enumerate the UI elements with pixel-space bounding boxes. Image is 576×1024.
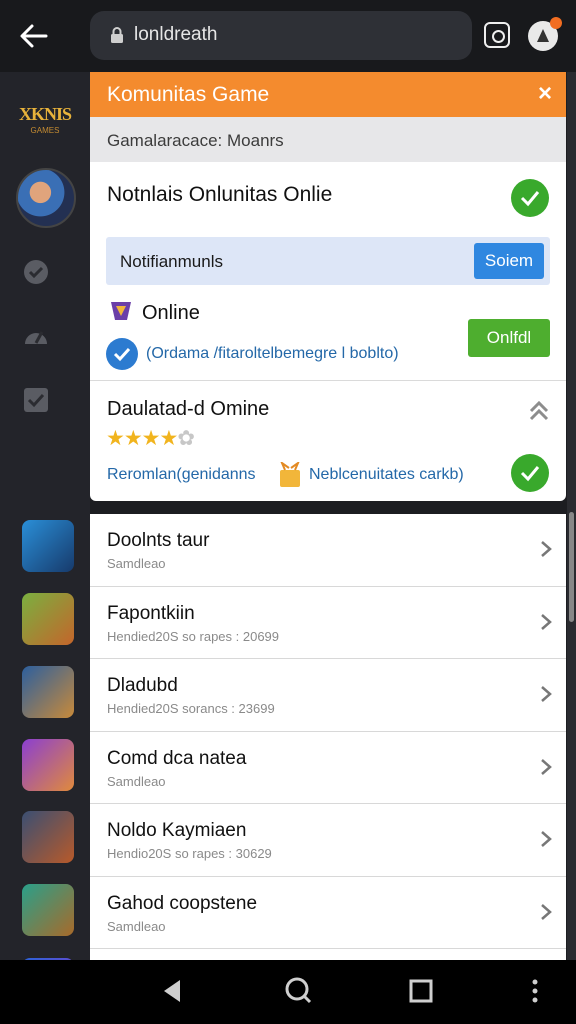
list-item[interactable]: Dladubd Hendied20S sorancs : 23699: [90, 659, 566, 732]
list-item-title: Comd dca natea: [107, 747, 247, 769]
notification-dot: [550, 17, 562, 29]
list-item[interactable]: Doolnts taur Samdleao: [90, 514, 566, 587]
user-avatar[interactable]: [16, 168, 76, 228]
verified-icon: [106, 338, 138, 370]
nav-recents-icon[interactable]: [406, 976, 436, 1006]
chevron-up-icon[interactable]: [526, 397, 552, 423]
close-icon[interactable]: ×: [538, 80, 552, 108]
panel-header: Komunitas Game ×: [90, 72, 566, 117]
community-panel: Komunitas Game × Gamalaracace: Moanrs No…: [90, 72, 566, 501]
lock-icon: [111, 27, 123, 43]
chevron-right-icon: [541, 541, 552, 557]
panel-subheader: Gamalaracace: Moanrs: [90, 117, 566, 162]
back-arrow-icon[interactable]: [16, 18, 52, 54]
game-list: Doolnts taur Samdleao Fapontkiin Hendied…: [90, 514, 566, 960]
list-item-meta: Samdleao: [107, 918, 166, 934]
list-item-title: Gahod coopstene: [107, 892, 258, 914]
browser-top-bar: lonldreath: [0, 0, 576, 72]
chevron-right-icon: [541, 613, 552, 630]
list-item-title: Doolnts taur: [107, 530, 210, 551]
list-item-title: Noldo Kaymiaen: [107, 820, 247, 841]
game-thumbnail-5[interactable]: [22, 811, 74, 863]
list-item-meta: Samdleao: [107, 556, 166, 571]
game-thumbnail-2[interactable]: [22, 593, 74, 645]
system-nav-bar: [0, 960, 576, 1024]
scrollbar[interactable]: [567, 72, 576, 960]
subheader-text: Gamalaracace: Moanrs: [107, 131, 284, 150]
footer-text-left: Reromlan(genidanns: [107, 466, 256, 483]
chevron-right-icon: [541, 686, 552, 702]
panel-divider: [90, 380, 566, 381]
scrollbar-thumb[interactable]: [569, 512, 574, 622]
check-icon[interactable]: [511, 454, 549, 492]
logo-text: XKNIS: [18, 104, 72, 124]
chevron-right-icon: [541, 903, 552, 920]
chevron-right-icon: [541, 758, 552, 775]
list-item-meta: Hendied20S so rapes : 20699: [107, 628, 280, 644]
game-thumbnail-1[interactable]: [22, 520, 74, 572]
game-thumbnail-6[interactable]: [22, 884, 74, 936]
list-item[interactable]: Gahod coopstene Samdleao: [90, 877, 566, 949]
online-label: Online: [142, 302, 200, 324]
camera-icon[interactable]: [484, 22, 510, 48]
list-item-meta: Samdleao: [107, 773, 166, 789]
logo-subtext: GAMES: [30, 126, 60, 135]
game-logo[interactable]: XKNIS GAMES: [12, 86, 78, 144]
nav-back-icon[interactable]: [158, 976, 188, 1006]
community-link[interactable]: (Ordama /fitaroltelbemegre l boblto): [146, 345, 399, 363]
notification-button[interactable]: Soiem: [474, 243, 544, 279]
online-button[interactable]: Onlfdl: [468, 319, 550, 357]
address-bar[interactable]: lonldreath: [90, 11, 472, 60]
gift-icon: [280, 462, 300, 487]
section-title-notifications: Notnlais Onlunitas Onlie: [107, 183, 333, 206]
check-icon[interactable]: [511, 179, 549, 217]
checkbox-icon[interactable]: [22, 386, 50, 414]
notification-bar: Notifianmunls Soiem: [106, 237, 550, 285]
gauge-icon[interactable]: [22, 322, 50, 350]
footer-text-right: Neblcenuitates carkb): [309, 466, 464, 483]
star-rating: ★★★★✿: [106, 427, 195, 450]
game-thumbnail-3[interactable]: [22, 666, 74, 718]
sidebar: XKNIS GAMES: [0, 72, 90, 1010]
list-item[interactable]: Fapontkiin Hendied20S so rapes : 20699: [90, 587, 566, 659]
list-item-title: Dladubd: [107, 675, 178, 696]
url-text: lonldreath: [134, 24, 218, 45]
notification-label: Notifianmunls: [120, 252, 223, 271]
profile-avatar[interactable]: [528, 17, 562, 51]
list-item[interactable]: Noldo Kaymiaen Hendio20S so rapes : 3062…: [90, 804, 566, 877]
game-badge-icon: [111, 302, 131, 320]
nav-search-icon[interactable]: [283, 976, 313, 1006]
panel-title: Komunitas Game: [107, 83, 270, 106]
section-title-download: Daulatad-d Omine: [107, 398, 270, 420]
list-item[interactable]: Comd dca natea Samdleao: [90, 732, 566, 804]
game-thumbnail-4[interactable]: [22, 739, 74, 791]
nav-menu-icon[interactable]: [520, 976, 550, 1006]
shield-check-icon[interactable]: [22, 258, 50, 286]
chevron-right-icon: [541, 831, 552, 847]
list-item-meta: Hendio20S so rapes : 30629: [107, 846, 272, 861]
list-item-title: Fapontkiin: [107, 602, 195, 624]
list-item-meta: Hendied20S sorancs : 23699: [107, 701, 275, 716]
